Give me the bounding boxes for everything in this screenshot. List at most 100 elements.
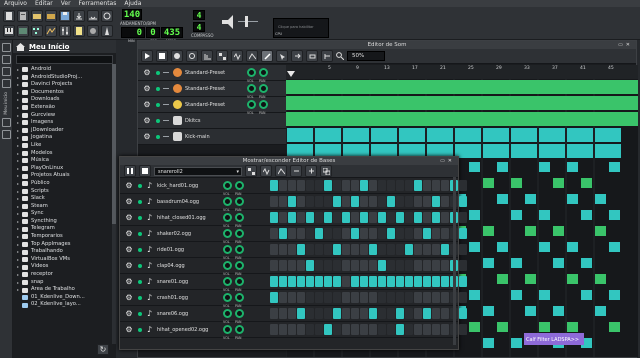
folder-item[interactable]: ▸ Público [13,180,116,188]
instruments-icon[interactable] [1,43,11,52]
export-tracks-button[interactable] [87,10,99,22]
piano-roll-button[interactable] [3,25,15,37]
step-button[interactable] [315,228,323,239]
solo-toggle[interactable] [163,120,169,121]
track-row[interactable]: ⚙ Kick-main [138,129,286,145]
step-button[interactable] [351,260,359,271]
track-name[interactable]: Standard-Preset [185,70,243,76]
track-row[interactable]: ⚙ Standard-Preset VOL PAN [138,81,286,99]
track-name[interactable]: Standard-Preset [185,86,243,92]
mute-led[interactable] [138,311,142,316]
step-button[interactable] [342,276,350,287]
beat-window-controls[interactable]: ▭✕ [440,157,455,165]
step-button[interactable] [333,228,341,239]
folder-item[interactable]: ▸ Modelos [13,150,116,158]
pattern-clip[interactable] [539,242,550,252]
step-button[interactable] [414,228,422,239]
step-button[interactable] [441,276,449,287]
pattern-clip[interactable] [483,258,494,268]
step-button[interactable] [369,196,377,207]
mute-led[interactable] [156,70,160,75]
step-button[interactable] [369,180,377,191]
step-button[interactable] [378,276,386,287]
step-button[interactable] [423,292,431,303]
step-button[interactable] [288,308,296,319]
step-button[interactable] [378,180,386,191]
controller-rack-button[interactable] [87,25,99,37]
step-button[interactable] [324,180,332,191]
step-button[interactable] [387,308,395,319]
add-instrument-track-button[interactable] [201,50,213,62]
step-button[interactable] [396,244,404,255]
step-button[interactable] [270,308,278,319]
volume-knob[interactable]: VOL [247,100,256,115]
step-button[interactable] [441,180,449,191]
step-button[interactable] [396,180,404,191]
step-button[interactable] [333,324,341,335]
step-button[interactable] [288,260,296,271]
folder-item[interactable]: ▸ Imagens [13,119,116,127]
step-button[interactable] [288,212,296,223]
sample-name[interactable]: crash01.ogg [157,295,223,301]
step-button[interactable] [396,212,404,223]
pattern-clip[interactable] [497,242,508,252]
step-button[interactable] [396,292,404,303]
folder-item[interactable]: ▸ Top AppImages [13,241,116,249]
step-button[interactable] [315,324,323,335]
beat-row[interactable]: ⚙ ♪ clap04.ogg VOL PAN [120,258,467,276]
step-button[interactable] [378,260,386,271]
step-button[interactable] [315,244,323,255]
time-signature-numerator[interactable]: 4 [193,10,205,20]
step-button[interactable] [369,212,377,223]
step-button[interactable] [369,244,377,255]
step-button[interactable] [297,228,305,239]
pattern-clip[interactable] [581,258,592,268]
step-button[interactable] [315,260,323,271]
pattern-clip[interactable] [539,290,550,300]
step-button[interactable] [396,260,404,271]
step-button[interactable] [423,308,431,319]
menu-editar[interactable]: Editar [31,0,57,7]
step-button[interactable] [315,292,323,303]
pattern-clip[interactable] [567,162,578,172]
time-signature-denominator[interactable]: 4 [193,22,205,32]
step-button[interactable] [297,196,305,207]
step-button[interactable] [414,212,422,223]
step-button[interactable] [396,324,404,335]
master-volume-slider[interactable] [220,11,260,33]
scrollbar-thumb[interactable] [112,64,116,224]
step-button[interactable] [459,324,467,335]
track-row[interactable]: ⚙ Standard-Preset VOL PAN [138,97,286,115]
gear-icon[interactable]: ⚙ [123,181,135,190]
projects-icon[interactable] [1,55,11,64]
step-button[interactable] [342,292,350,303]
step-button[interactable] [351,212,359,223]
gear-icon[interactable]: ⚙ [123,277,135,286]
step-button[interactable] [387,180,395,191]
step-button[interactable] [405,196,413,207]
step-button[interactable] [369,276,377,287]
step-button[interactable] [342,180,350,191]
step-button[interactable] [396,228,404,239]
play-button[interactable] [141,50,153,62]
step-button[interactable] [360,180,368,191]
pattern-clip[interactable] [581,178,592,188]
beat-clip[interactable] [371,128,397,142]
step-button[interactable] [441,308,449,319]
step-button[interactable] [405,180,413,191]
pan-knob[interactable]: PAN [235,213,244,228]
step-button[interactable] [333,308,341,319]
step-button[interactable] [279,260,287,271]
pattern-clip[interactable] [567,242,578,252]
folder-item[interactable]: ▸ Trabalhando [13,248,116,256]
auto-scroll-button[interactable] [291,50,303,62]
solo-toggle[interactable] [163,88,169,89]
new-from-template-button[interactable] [17,10,29,22]
step-button[interactable] [423,180,431,191]
pattern-clip[interactable] [567,322,578,332]
volume-knob[interactable]: VOL [247,68,256,83]
save-button[interactable] [59,10,71,22]
track-row[interactable]: ⚙ Standard-Preset VOL PAN [138,65,286,83]
beat-row[interactable]: ⚙ ♪ hihat_opened02.ogg VOL PAN [120,322,467,340]
loop-points-button[interactable] [306,50,318,62]
